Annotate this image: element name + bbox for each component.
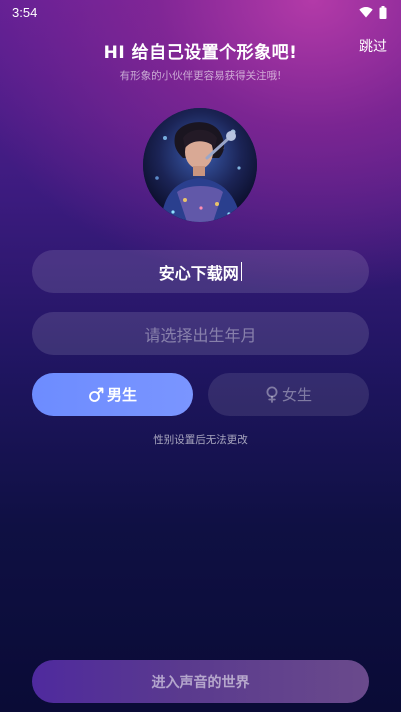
wifi-icon	[359, 7, 373, 18]
page-title: HI 给自己设置个形象吧!	[103, 43, 298, 63]
gender-hint: 性别设置后无法更改	[153, 434, 248, 446]
avatar[interactable]	[143, 108, 257, 222]
female-label: 女生	[281, 386, 312, 404]
status-time: 3:54	[12, 4, 38, 20]
enter-button[interactable]: 进入声音的世界	[32, 660, 369, 703]
nickname-input[interactable]: 安心下载网	[32, 250, 369, 293]
status-bar: 3:54	[0, 0, 401, 24]
female-symbol-icon	[266, 386, 278, 403]
enter-label: 进入声音的世界	[151, 674, 250, 691]
battery-icon	[379, 5, 387, 19]
birth-date-placeholder: 请选择出生年月	[144, 325, 257, 345]
page-subtitle: 有形象的小伙伴更容易获得关注哦!	[119, 70, 282, 82]
male-symbol-icon	[89, 387, 104, 402]
text-caret	[240, 262, 243, 281]
avatar-image	[143, 108, 257, 222]
male-button[interactable]: 男生	[32, 373, 193, 416]
female-button[interactable]: 女生	[208, 373, 369, 416]
nickname-value: 安心下载网	[158, 263, 239, 283]
male-label: 男生	[106, 386, 137, 404]
birth-date-selector[interactable]: 请选择出生年月	[32, 312, 369, 355]
status-icons	[359, 5, 387, 19]
